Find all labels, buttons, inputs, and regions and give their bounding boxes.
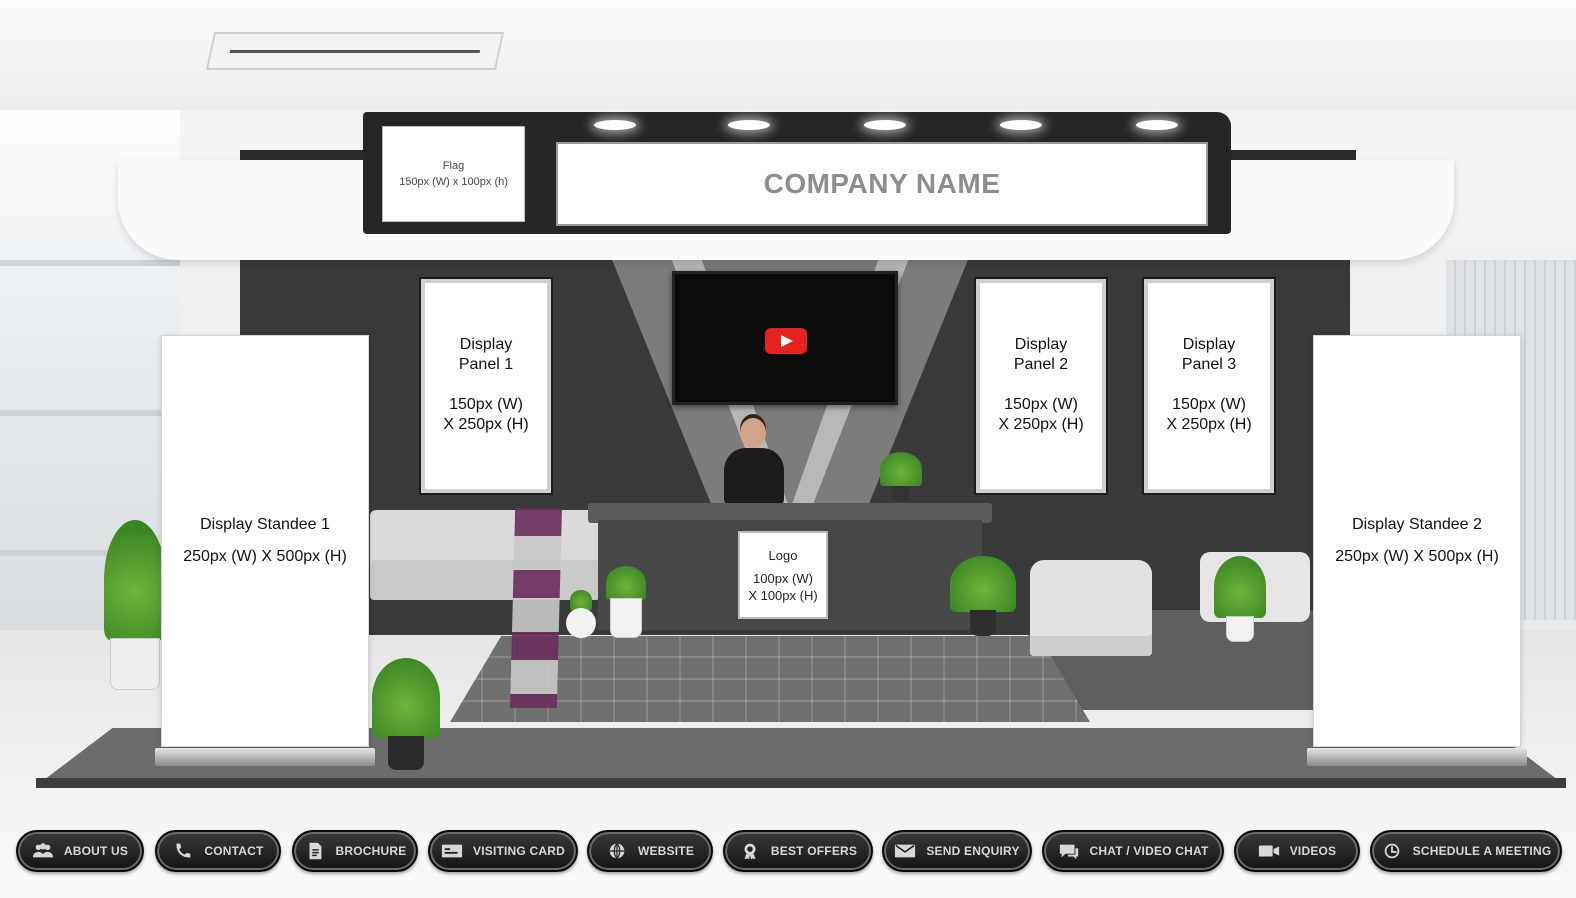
- logo-title: Logo: [768, 547, 798, 563]
- panel-size-line: X 250px (H): [443, 416, 529, 433]
- flag-title: Flag: [442, 160, 465, 172]
- logo-size-line: 100px (W): [753, 570, 813, 586]
- standee-size: 250px (W) X 500px (H): [183, 548, 347, 565]
- nav-label: BEST OFFERS: [770, 844, 858, 858]
- standee-base: [1307, 748, 1527, 766]
- nav-label: WEBSITE: [637, 844, 695, 858]
- spotlight: [1000, 120, 1042, 130]
- panel-title-line: Display: [1014, 336, 1068, 353]
- plant-decoration: [600, 566, 650, 638]
- plant-decoration: [100, 520, 170, 690]
- panel-size-line: X 250px (H): [1166, 416, 1252, 433]
- panel-title-line: Panel 2: [1013, 356, 1069, 373]
- best-offers-button[interactable]: BEST OFFERS: [723, 830, 873, 872]
- standee-size: 250px (W) X 500px (H): [1335, 548, 1499, 565]
- flag-placeholder[interactable]: Flag 150px (W) x 100px (h): [382, 126, 525, 222]
- standee-title: Display Standee 2: [1352, 516, 1482, 533]
- panel-size-line: 150px (W): [1172, 396, 1246, 413]
- nav-label: CONTACT: [204, 844, 264, 858]
- badge-icon: [744, 843, 756, 860]
- brochure-rack[interactable]: [510, 508, 562, 708]
- panel-title-line: Display: [459, 336, 513, 353]
- lounge-chair: [1030, 560, 1152, 656]
- chat-video-chat-button[interactable]: CHAT / VIDEO CHAT: [1042, 830, 1224, 872]
- plant-decoration: [372, 658, 440, 770]
- flag-size: 150px (W) x 100px (h): [399, 176, 508, 188]
- spotlight: [864, 120, 906, 130]
- video-screen[interactable]: [672, 271, 898, 405]
- standee-title: Display Standee 1: [200, 516, 330, 533]
- plant-decoration: [566, 590, 596, 638]
- phone-icon: [176, 843, 191, 858]
- brochure-button[interactable]: BROCHURE: [292, 830, 418, 872]
- about-us-button[interactable]: ABOUT US: [16, 830, 144, 872]
- mail-icon: [895, 844, 916, 858]
- panel-size-line: 150px (W): [449, 396, 523, 413]
- panel-size-line: X 250px (H): [998, 416, 1084, 433]
- document-icon: [309, 842, 321, 860]
- nav-label: SCHEDULE A MEETING: [1412, 844, 1552, 858]
- chat-icon: [1059, 844, 1078, 860]
- booth-platform-edge: [36, 778, 1566, 788]
- plant-decoration: [1214, 556, 1266, 642]
- card-icon: [441, 844, 463, 858]
- users-icon: [32, 843, 53, 858]
- nav-label: VISITING CARD: [473, 844, 565, 858]
- display-standee-2[interactable]: Display Standee 2 250px (W) X 500px (H): [1313, 335, 1521, 747]
- nav-label: BROCHURE: [335, 844, 407, 858]
- sofa-left: [370, 510, 600, 600]
- video-icon: [1258, 845, 1279, 857]
- contact-button[interactable]: CONTACT: [155, 830, 281, 872]
- videos-button[interactable]: VIDEOS: [1234, 830, 1360, 872]
- display-standee-1[interactable]: Display Standee 1 250px (W) X 500px (H): [161, 335, 369, 747]
- display-panel-2[interactable]: Display Panel 2 150px (W) X 250px (H): [976, 279, 1106, 493]
- display-panel-3[interactable]: Display Panel 3 150px (W) X 250px (H): [1144, 279, 1274, 493]
- spotlight: [1136, 120, 1178, 130]
- panel-title-line: Panel 3: [1181, 356, 1237, 373]
- spotlight: [728, 120, 770, 130]
- nav-label: ABOUT US: [63, 844, 129, 858]
- nav-label: VIDEOS: [1289, 844, 1337, 858]
- panel-size-line: 150px (W): [1004, 396, 1078, 413]
- website-button[interactable]: WEBSITE: [587, 830, 713, 872]
- panel-title-line: Panel 1: [458, 356, 514, 373]
- visiting-card-button[interactable]: VISITING CARD: [428, 830, 578, 872]
- plant-decoration: [878, 452, 924, 502]
- receptionist-avatar[interactable]: [724, 418, 784, 504]
- logo-placeholder[interactable]: Logo 100px (W) X 100px (H): [738, 531, 828, 619]
- plant-decoration: [950, 556, 1016, 636]
- spotlight: [594, 120, 636, 130]
- nav-label: CHAT / VIDEO CHAT: [1089, 844, 1209, 858]
- play-icon[interactable]: [765, 328, 807, 354]
- panel-title-line: Display: [1182, 336, 1236, 353]
- send-enquiry-button[interactable]: SEND ENQUIRY: [882, 830, 1032, 872]
- booth-action-bar: ABOUT US CONTACT BROCHURE VISITING CARD …: [0, 826, 1576, 876]
- display-panel-1[interactable]: Display Panel 1 150px (W) X 250px (H): [421, 279, 551, 493]
- standee-base: [155, 748, 375, 766]
- company-name-banner[interactable]: COMPANY NAME: [556, 142, 1208, 226]
- ceiling-light-fixture: [205, 32, 505, 70]
- globe-icon: [609, 843, 625, 859]
- schedule-meeting-button[interactable]: SCHEDULE A MEETING: [1370, 830, 1562, 872]
- exhibition-hall-scene: COMPANY NAME Flag 150px (W) x 100px (h) …: [0, 0, 1576, 898]
- clock-icon: [1384, 843, 1399, 859]
- logo-size-line: X 100px (H): [748, 587, 818, 603]
- nav-label: SEND ENQUIRY: [926, 844, 1020, 858]
